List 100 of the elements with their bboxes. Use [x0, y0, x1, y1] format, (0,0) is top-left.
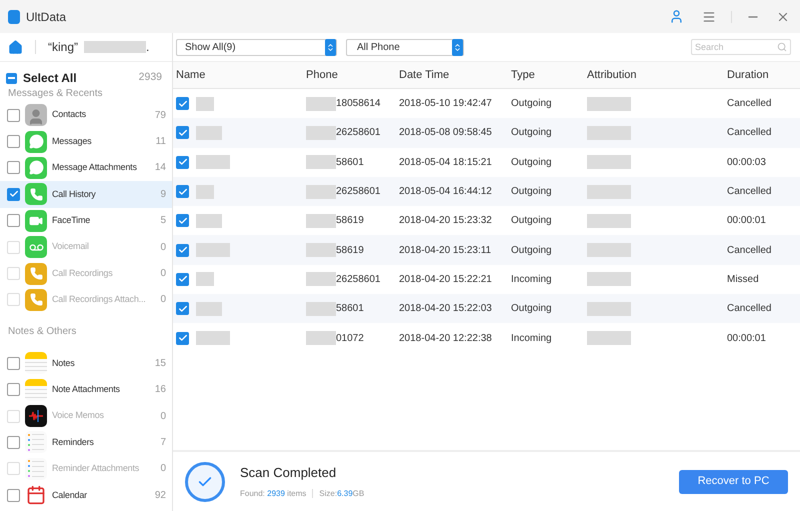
voicemail-icon: [25, 236, 47, 258]
table-row[interactable]: 58619 2018-04-20 15:23:11 Outgoing Cancelled: [173, 235, 800, 265]
dropdown-arrows-icon: [452, 38, 463, 56]
column-header[interactable]: Attribution: [587, 66, 637, 84]
item-label: Call Recordings Attach...: [52, 293, 146, 306]
table-row[interactable]: 26258601 2018-05-04 16:44:12 Outgoing Cancelled: [173, 176, 800, 206]
column-header[interactable]: Phone: [306, 66, 338, 84]
video-camera-icon: [25, 210, 47, 232]
call-type: Outgoing: [511, 303, 552, 314]
checkbox[interactable]: [176, 244, 189, 257]
item-count: 9: [160, 188, 166, 202]
call-duration: Cancelled: [727, 303, 772, 314]
checkbox[interactable]: [7, 383, 20, 396]
scan-status-title: Scan Completed: [240, 464, 338, 482]
date-time: 2018-04-20 15:23:11: [399, 244, 492, 256]
pixelated-redaction: [306, 214, 336, 228]
pixelated-redaction: [196, 243, 230, 258]
size-summary: Size:6.39GB: [319, 488, 364, 500]
checkbox[interactable]: [7, 436, 20, 449]
pixelated-redaction: [196, 214, 222, 228]
column-header[interactable]: Name: [176, 66, 206, 84]
filter-dropdown[interactable]: Show All(9): [176, 38, 337, 56]
pixelated-redaction: [196, 331, 230, 346]
checkbox[interactable]: [176, 126, 189, 140]
checkbox[interactable]: [7, 108, 20, 122]
checkbox[interactable]: [176, 332, 189, 345]
checkbox[interactable]: [7, 188, 20, 201]
pixelated-redaction: [587, 184, 631, 199]
search-icon[interactable]: [777, 42, 787, 52]
user-icon[interactable]: [669, 9, 684, 24]
date-time: 2018-04-20 15:22:21: [399, 274, 492, 285]
item-label: Note Attachments: [52, 382, 120, 396]
column-header[interactable]: Type: [511, 66, 535, 84]
item-count: 16: [154, 383, 166, 398]
sidebar-item[interactable]: Message Attachments 14: [0, 154, 172, 182]
sidebar-item[interactable]: Notes 15: [0, 350, 172, 377]
search-field[interactable]: Search: [691, 39, 791, 55]
call-type: Outgoing: [511, 186, 552, 198]
item-count: 79: [154, 108, 166, 123]
checkbox[interactable]: [176, 302, 189, 316]
checkbox[interactable]: [176, 185, 189, 198]
phone-number: 18058614: [336, 97, 380, 112]
checkbox[interactable]: [7, 161, 20, 174]
item-count: 0: [160, 462, 166, 476]
list-icon: [25, 458, 47, 480]
checkbox[interactable]: [176, 214, 189, 228]
call-duration: Cancelled: [727, 244, 772, 256]
sidebar-item[interactable]: FaceTime 5: [0, 208, 172, 234]
pixelated-redaction: [306, 155, 336, 170]
call-duration: 00:00:03: [727, 156, 766, 168]
section-heading: Notes & Others: [8, 326, 76, 338]
checkbox[interactable]: [7, 488, 20, 502]
table-row[interactable]: 58601 2018-04-20 15:22:03 Outgoing Cancelled: [173, 294, 800, 324]
pixelated-redaction: [306, 184, 336, 199]
pixelated-redaction: [587, 331, 631, 346]
phone-number: 01072: [336, 332, 364, 346]
pixelated-redaction: [306, 331, 336, 346]
recover-button[interactable]: Recover to PC: [679, 470, 788, 494]
pixelated-redaction: [587, 96, 631, 111]
menu-icon[interactable]: [702, 10, 716, 24]
speech-bubble-icon: [25, 156, 47, 179]
pixelated-redaction: [587, 214, 631, 228]
checkbox[interactable]: [176, 97, 189, 110]
sidebar-item[interactable]: Note Attachments 16: [0, 376, 172, 403]
column-header[interactable]: Date Time: [399, 66, 450, 84]
sidebar-item[interactable]: Call History 9: [0, 181, 172, 208]
pixelated-redaction: [196, 184, 214, 199]
date-time: 2018-04-20 15:23:32: [399, 215, 492, 226]
dropdown-arrows-icon: [325, 38, 336, 56]
date-time: 2018-04-20 15:22:03: [399, 303, 492, 314]
call-duration: 00:00:01: [727, 215, 766, 226]
sidebar-item[interactable]: Reminders 7: [0, 429, 172, 456]
checkbox[interactable]: [176, 156, 189, 169]
checkbox[interactable]: [176, 272, 189, 286]
sidebar-item[interactable]: Contacts 79: [0, 102, 172, 128]
select-all-label: Select All: [23, 70, 78, 87]
call-duration: Cancelled: [727, 98, 772, 110]
source-dropdown[interactable]: All Phone: [346, 38, 464, 56]
device-name: “king”: [48, 39, 78, 56]
checkbox[interactable]: [7, 135, 20, 148]
checkbox[interactable]: [7, 214, 20, 228]
sidebar-item[interactable]: Calendar 92: [0, 482, 172, 508]
item-count: 0: [160, 240, 166, 255]
item-label: Voice Memos: [52, 409, 104, 422]
item-count: 7: [160, 436, 166, 450]
device-name-suffix: .: [146, 39, 150, 56]
checkbox[interactable]: [7, 356, 20, 370]
column-header[interactable]: Duration: [727, 66, 769, 84]
pixelated-redaction: [587, 302, 631, 316]
pixelated-redaction: [587, 243, 631, 258]
item-count: 15: [154, 356, 166, 371]
item-count: 0: [160, 293, 166, 308]
item-label: Reminder Attachments: [52, 462, 140, 476]
select-all-checkbox[interactable]: [6, 72, 17, 84]
sidebar-item[interactable]: Messages 11: [0, 128, 172, 155]
section-heading: Messages & Recents: [8, 88, 102, 100]
home-icon[interactable]: [8, 40, 23, 54]
pixelated-redaction: [587, 272, 631, 286]
table-row[interactable]: 26258601 2018-05-08 09:58:45 Outgoing Cancelled: [173, 118, 800, 148]
call-duration: 00:00:01: [727, 332, 766, 344]
